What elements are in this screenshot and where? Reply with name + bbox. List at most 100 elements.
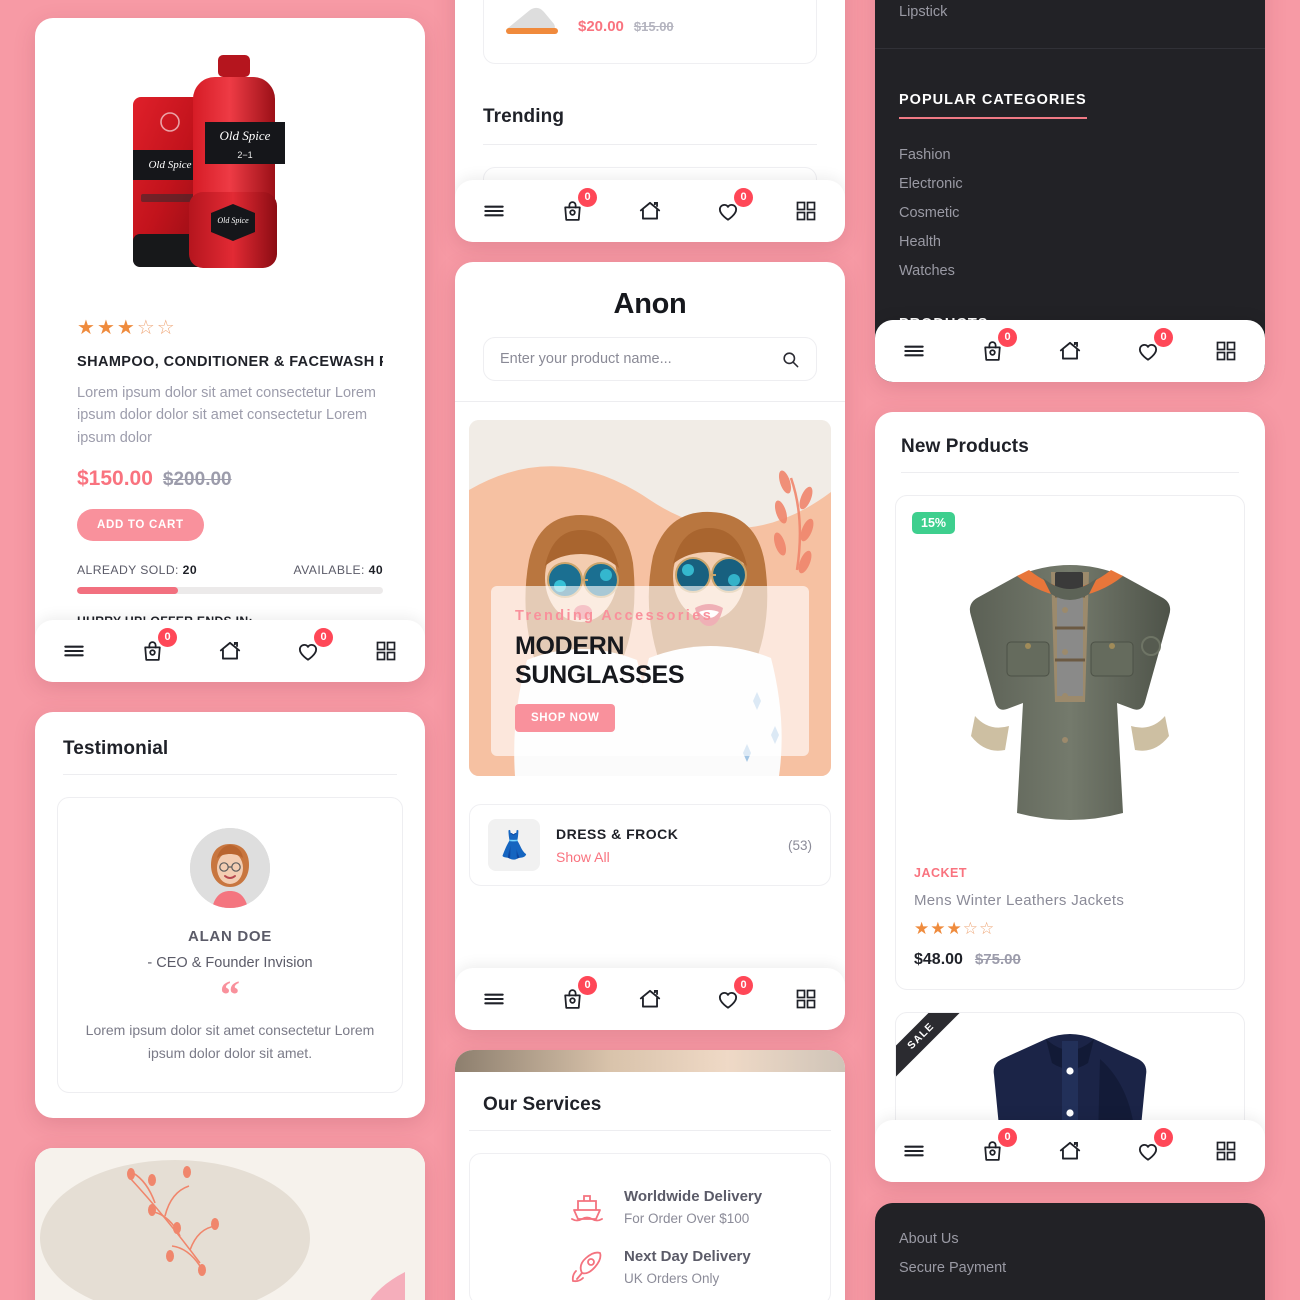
hamburger-icon (484, 205, 504, 217)
nav-menu[interactable] (467, 191, 521, 231)
testimonial-header: Testimonial (35, 712, 425, 774)
product-title: SHAMPOO, CONDITIONER & FACEWASH P... (77, 354, 383, 370)
cart-badge: 0 (998, 328, 1017, 347)
product-price-original: $75.00 (974, 951, 1021, 968)
home-icon (639, 201, 661, 220)
avatar (190, 828, 270, 908)
stock-progress-bar (77, 587, 383, 595)
trending-section-title: Trending (483, 106, 565, 127)
shop-now-button[interactable]: SHOP NOW (515, 704, 616, 732)
service-subtitle: UK Orders Only (624, 1271, 720, 1286)
product-price-current: $48.00 (914, 951, 963, 968)
nav-home[interactable] (1043, 1131, 1097, 1171)
footer-link-watches[interactable]: Watches (899, 257, 1241, 286)
category-name: DRESS & FROCK (556, 825, 679, 842)
nav-cart[interactable]: 0 (965, 1128, 1019, 1171)
home-icon (639, 989, 661, 1008)
grid-icon (376, 641, 396, 661)
search-input[interactable] (500, 351, 773, 367)
nav-cart[interactable]: 0 (545, 976, 599, 1019)
nav-categories[interactable] (1199, 331, 1253, 371)
product-image (914, 512, 1226, 860)
hero-title: MODERN SUNGLASSES (515, 632, 785, 690)
jacket-image-svg (969, 565, 1171, 820)
nav-home[interactable] (623, 191, 677, 231)
our-services-card: Our Services Worldwide Delivery For Orde… (455, 1050, 845, 1300)
nav-menu[interactable] (47, 631, 101, 671)
product-image: Old Spice Old Spice 2−1 Old Spice (35, 18, 425, 318)
svg-text:Old Spice: Old Spice (148, 159, 191, 171)
clipped-product-row[interactable]: $20.00 $15.00 (483, 0, 817, 64)
nav-menu[interactable] (887, 1131, 941, 1171)
nav-wishlist[interactable]: 0 (701, 976, 755, 1019)
product-rating-stars: ★★★☆☆ (77, 317, 177, 339)
service-item[interactable]: Worldwide Delivery For Order Over $100 (470, 1178, 830, 1238)
nav-home[interactable] (1043, 331, 1097, 371)
already-sold: ALREADY SOLD: 20 (77, 563, 197, 578)
services-section-title: Our Services (483, 1094, 602, 1115)
service-subtitle: For Order Over $100 (624, 1211, 750, 1226)
divider (455, 401, 845, 402)
nav-cart[interactable]: 0 (545, 188, 599, 231)
service-item[interactable]: Next Day Delivery UK Orders Only (470, 1238, 830, 1298)
floral-banner-svg (35, 1148, 425, 1300)
footer-link-health[interactable]: Health (899, 228, 1241, 257)
divider (901, 472, 1239, 473)
home-icon (1059, 341, 1081, 360)
divider (63, 774, 397, 775)
nav-wishlist[interactable]: 0 (281, 628, 335, 671)
svg-text:2−1: 2−1 (237, 150, 252, 160)
nav-cart[interactable]: 0 (125, 628, 179, 671)
nav-home[interactable] (623, 979, 677, 1019)
nav-categories[interactable] (1199, 1131, 1253, 1171)
nav-menu[interactable] (887, 331, 941, 371)
footer-link-cosmetic[interactable]: Cosmetic (899, 199, 1241, 228)
home-icon (1059, 1141, 1081, 1160)
footer-link-secure-payment[interactable]: Secure Payment (899, 1254, 1241, 1283)
nav-cart[interactable]: 0 (965, 328, 1019, 371)
add-to-cart-button[interactable]: ADD TO CART (77, 509, 204, 542)
clipped-price-original: $15.00 (633, 18, 674, 34)
service-title: Next Day Delivery (624, 1248, 751, 1265)
nav-wishlist[interactable]: 0 (701, 188, 755, 231)
product-description: Lorem ipsum dolor sit amet consectetur L… (77, 385, 376, 446)
nav-categories[interactable] (779, 191, 833, 231)
grid-icon (796, 201, 816, 221)
testimonial-author-name: ALAN DOE (188, 928, 272, 945)
search-icon[interactable] (781, 350, 800, 369)
show-all-link[interactable]: Show All (556, 849, 678, 865)
nav-categories[interactable] (779, 979, 833, 1019)
footer-link-electronic[interactable]: Electronic (899, 170, 1241, 199)
new-products-card: New Products 15% JACKET Mens Winter Leat… (875, 412, 1265, 1182)
new-products-header: New Products (875, 412, 1265, 472)
nav-wishlist[interactable]: 0 (1121, 328, 1175, 371)
category-row-dress-frock[interactable]: 👗 DRESS & FROCK Show All (53) (469, 804, 831, 886)
home-screen-card: Anon Enter your product name... Trending… (455, 262, 845, 1030)
search-box[interactable] (483, 337, 817, 381)
product-category: JACKET (914, 866, 968, 880)
footer-link-about-us[interactable]: About Us (899, 1225, 1241, 1254)
hero-banner[interactable]: Trending Accessories MODERN SUNGLASSES S… (469, 420, 831, 776)
floral-banner-image (35, 1148, 425, 1300)
divider (469, 1130, 831, 1131)
promo-banner-card[interactable] (35, 1148, 425, 1300)
nav-wishlist[interactable]: 0 (1121, 1128, 1175, 1171)
product-price-current: $150.00 (77, 467, 153, 491)
hamburger-icon (904, 1145, 924, 1157)
wishlist-badge: 0 (1154, 1128, 1173, 1147)
nav-home[interactable] (203, 631, 257, 671)
cart-badge: 0 (998, 1128, 1017, 1147)
discount-badge: 15% (912, 512, 956, 534)
popular-categories-list: Fashion Electronic Cosmetic Health Watch… (899, 141, 1241, 286)
testimonial-card: Testimonial ALAN DOE - CEO & Founder Inv… (35, 712, 425, 1118)
trending-card: $20.00 $15.00 Trending Air Trekking (455, 0, 845, 242)
nav-categories[interactable] (359, 631, 413, 671)
new-product-item[interactable]: 15% JACKET Mens Winter Leathers Jackets … (895, 495, 1245, 990)
cart-badge: 0 (578, 188, 597, 207)
bottom-nav: 0 0 (875, 1120, 1265, 1182)
available-count: AVAILABLE: 40 (293, 563, 383, 578)
nav-menu[interactable] (467, 979, 521, 1019)
wishlist-badge: 0 (734, 976, 753, 995)
hero-title-line1: MODERN (515, 632, 625, 660)
footer-link-fashion[interactable]: Fashion (899, 141, 1241, 170)
